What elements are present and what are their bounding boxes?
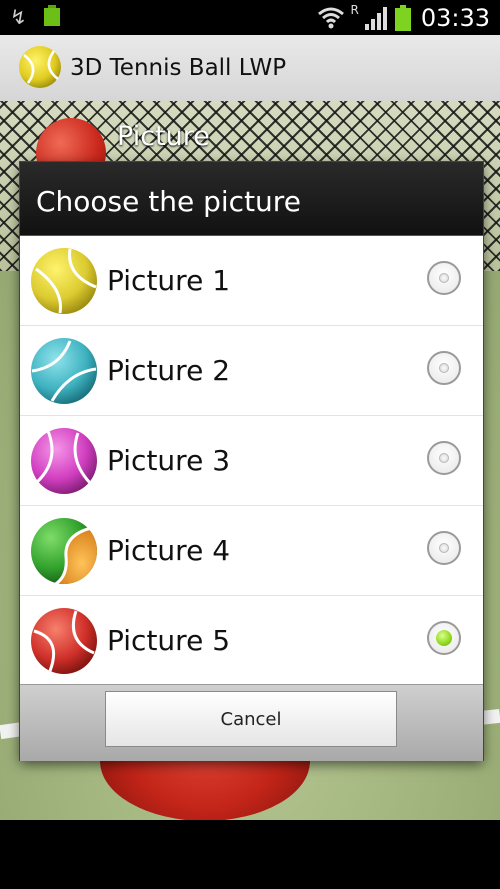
dialog-title: Choose the picture	[20, 162, 483, 236]
picture-option-4[interactable]: Picture 4	[20, 506, 483, 596]
picture-option-label: Picture 4	[107, 534, 231, 567]
tennis-ball-icon	[31, 248, 97, 314]
picture-option-2[interactable]: Picture 2	[20, 326, 483, 416]
tennis-ball-icon	[31, 428, 97, 494]
radio-button[interactable]	[427, 531, 461, 565]
status-bar: ↯ R 03:33	[0, 0, 500, 35]
picture-option-3[interactable]: Picture 3	[20, 416, 483, 506]
picture-list: Picture 1 Picture 2 Picture 3 Picture 4 …	[20, 236, 483, 685]
tennis-ball-icon	[31, 608, 97, 674]
picture-option-1[interactable]: Picture 1	[20, 236, 483, 326]
roaming-indicator: R	[350, 2, 359, 17]
picture-option-label: Picture 3	[107, 444, 231, 477]
tennis-ball-icon	[31, 338, 97, 404]
radio-button-selected[interactable]	[427, 621, 461, 655]
radio-button[interactable]	[427, 351, 461, 385]
picture-option-label: Picture 2	[107, 354, 231, 387]
choose-picture-dialog: Choose the picture Picture 1 Picture 2 P…	[20, 162, 483, 761]
picture-option-label: Picture 1	[107, 264, 231, 297]
tennis-ball-icon	[19, 46, 61, 88]
picture-option-label: Picture 5	[107, 624, 231, 657]
tennis-ball-icon	[31, 518, 97, 585]
cancel-button[interactable]: Cancel	[105, 691, 397, 747]
battery-icon	[394, 4, 411, 31]
setting-title: Picture	[117, 121, 210, 152]
radio-button[interactable]	[427, 261, 461, 295]
action-bar: 3D Tennis Ball LWP	[0, 35, 500, 102]
app-title: 3D Tennis Ball LWP	[70, 55, 287, 81]
radio-button[interactable]	[427, 441, 461, 475]
picture-option-5[interactable]: Picture 5	[20, 596, 483, 685]
clock: 03:33	[420, 3, 490, 32]
wifi-icon	[318, 7, 345, 28]
usb-icon: ↯	[10, 5, 27, 29]
signal-icon	[364, 6, 387, 30]
bottom-bar	[0, 820, 500, 889]
dialog-button-bar: Cancel	[20, 684, 483, 761]
battery-full-icon	[44, 5, 60, 26]
